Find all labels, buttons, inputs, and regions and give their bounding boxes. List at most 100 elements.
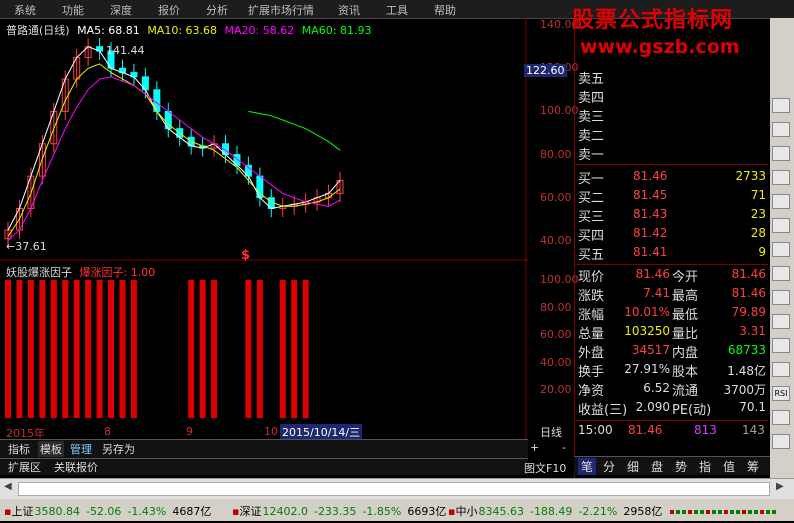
menu-quote[interactable]: 报价 bbox=[158, 2, 180, 18]
buy-level-volume: 2733 bbox=[735, 169, 766, 183]
y-tick-label: 100.00 bbox=[540, 273, 579, 286]
kline-chart[interactable] bbox=[0, 18, 528, 440]
index-change: -52.06 bbox=[85, 505, 122, 518]
progress-dot bbox=[676, 510, 680, 514]
progress-dot bbox=[706, 510, 710, 514]
side-tool-button[interactable] bbox=[772, 266, 790, 281]
menu-tools[interactable]: 工具 bbox=[386, 2, 408, 18]
index-change: -188.49 bbox=[529, 505, 573, 518]
progress-dot bbox=[700, 510, 704, 514]
progress-dot bbox=[766, 510, 770, 514]
side-tool-button[interactable] bbox=[772, 194, 790, 209]
side-tool-button[interactable] bbox=[772, 362, 790, 377]
quote-value: 34517 bbox=[631, 343, 670, 357]
divider bbox=[574, 420, 768, 421]
date-box: 2015/10/14/三 bbox=[280, 424, 363, 440]
scroll-right-icon[interactable]: ▶ bbox=[776, 481, 784, 492]
progress-dot bbox=[694, 510, 698, 514]
menu-analysis[interactable]: 分析 bbox=[206, 2, 228, 18]
ma60-label: MA60: 81.93 bbox=[301, 24, 372, 37]
quote-value: 81.46 bbox=[731, 286, 766, 300]
func-tab-value[interactable]: 值 bbox=[723, 458, 735, 475]
tab-related-quote[interactable]: 关联报价 bbox=[54, 459, 98, 475]
ma5-label: MA5: 68.81 bbox=[77, 24, 140, 37]
tab-save-as[interactable]: 另存为 bbox=[102, 441, 135, 457]
index-item[interactable]: ▪深证12402.0 -233.35 -1.85% 6693亿 bbox=[232, 503, 446, 519]
tab-ext-area[interactable]: 扩展区 bbox=[8, 459, 41, 475]
side-tool-button[interactable] bbox=[772, 218, 790, 233]
stock-name[interactable]: 普路通(日线) bbox=[6, 24, 70, 37]
period-label[interactable]: 日线 bbox=[528, 424, 574, 440]
sell-level-label: 卖五 bbox=[578, 72, 605, 87]
quote-value: 2.090 bbox=[635, 400, 670, 414]
index-item[interactable]: ▪中小8345.63 -188.49 -2.21% 2958亿 bbox=[448, 503, 662, 519]
y-tick-label: 80.00 bbox=[540, 147, 572, 161]
progress-dot bbox=[754, 510, 758, 514]
zoom-plus-icon[interactable]: + bbox=[530, 441, 539, 454]
quote-value: 7.41 bbox=[643, 286, 670, 300]
progress-dot bbox=[742, 510, 746, 514]
progress-dot bbox=[748, 510, 752, 514]
indicator-bar bbox=[108, 280, 115, 418]
tab-manage[interactable]: 管理 bbox=[70, 441, 92, 457]
quote-value: 1.48亿 bbox=[727, 364, 766, 378]
quote-label: 净资 bbox=[578, 384, 605, 399]
indicator-bar bbox=[62, 280, 69, 418]
menu-news[interactable]: 资讯 bbox=[338, 2, 360, 18]
func-tab-shi[interactable]: 势 bbox=[675, 458, 687, 475]
menu-system[interactable]: 系统 bbox=[14, 2, 36, 18]
menu-help[interactable]: 帮助 bbox=[434, 2, 456, 18]
func-tab-fen[interactable]: 分 bbox=[603, 458, 615, 475]
x-month-9: 9 bbox=[186, 425, 193, 438]
side-tool-button[interactable] bbox=[772, 146, 790, 161]
watermark-url: www.gszb.com bbox=[580, 36, 740, 58]
indicator-bar bbox=[279, 280, 286, 418]
progress-dot bbox=[712, 510, 716, 514]
side-tool-button[interactable] bbox=[772, 314, 790, 329]
func-tab-bi[interactable]: 笔 bbox=[578, 458, 597, 475]
quote-value: 103250 bbox=[624, 324, 670, 338]
menu-function[interactable]: 功能 bbox=[62, 2, 84, 18]
side-tool-button[interactable] bbox=[772, 122, 790, 137]
side-tool-button[interactable] bbox=[772, 170, 790, 185]
tab-template[interactable]: 模板 bbox=[38, 441, 64, 457]
sell-level-label: 卖三 bbox=[578, 110, 605, 125]
indicator-bar bbox=[291, 280, 298, 418]
side-tool-button[interactable] bbox=[772, 338, 790, 353]
f10-button[interactable]: 图文F10 bbox=[524, 460, 566, 476]
indicator-bar bbox=[27, 280, 34, 418]
side-tool-button[interactable] bbox=[772, 290, 790, 305]
buy-level-label: 买一 bbox=[578, 172, 605, 187]
side-tool-button[interactable] bbox=[772, 410, 790, 425]
scroll-left-icon[interactable]: ◀ bbox=[4, 481, 12, 492]
quote-label: 股本 bbox=[672, 365, 699, 380]
quote-value: 10.01% bbox=[624, 305, 670, 319]
indicator-bar bbox=[5, 280, 11, 418]
side-tool-button[interactable] bbox=[772, 434, 790, 449]
tick-time: 15:00 bbox=[578, 423, 613, 437]
menu-ext-market[interactable]: 扩展市场行情 bbox=[248, 2, 314, 18]
indicator-bar bbox=[256, 280, 263, 418]
side-tool-button[interactable] bbox=[772, 242, 790, 257]
quote-value: 6.52 bbox=[643, 381, 670, 395]
tick-count: 143 bbox=[742, 423, 765, 437]
quote-label: 今开 bbox=[672, 270, 699, 285]
progress-dot bbox=[760, 510, 764, 514]
side-tool-button[interactable]: RSI bbox=[772, 386, 790, 401]
buy-level-label: 买四 bbox=[578, 229, 605, 244]
side-tool-button[interactable] bbox=[772, 98, 790, 113]
divider bbox=[574, 164, 768, 165]
func-tab-chip[interactable]: 筹 bbox=[747, 458, 759, 475]
index-item[interactable]: ▪上证3580.84 -52.06 -1.43% 4687亿 bbox=[4, 503, 211, 519]
zoom-minus-icon[interactable]: - bbox=[562, 441, 566, 454]
func-tab-xi[interactable]: 细 bbox=[627, 458, 639, 475]
quote-label: PE(动) bbox=[672, 403, 712, 418]
menu-depth[interactable]: 深度 bbox=[110, 2, 132, 18]
scroll-track[interactable] bbox=[18, 482, 770, 496]
divider bbox=[574, 264, 768, 265]
indicator-bar bbox=[199, 280, 206, 418]
func-tab-pan[interactable]: 盘 bbox=[651, 458, 663, 475]
func-tab-zhi[interactable]: 指 bbox=[699, 458, 711, 475]
tab-indicator[interactable]: 指标 bbox=[8, 441, 30, 457]
indicator-name[interactable]: 妖股爆涨因子 bbox=[6, 266, 72, 279]
